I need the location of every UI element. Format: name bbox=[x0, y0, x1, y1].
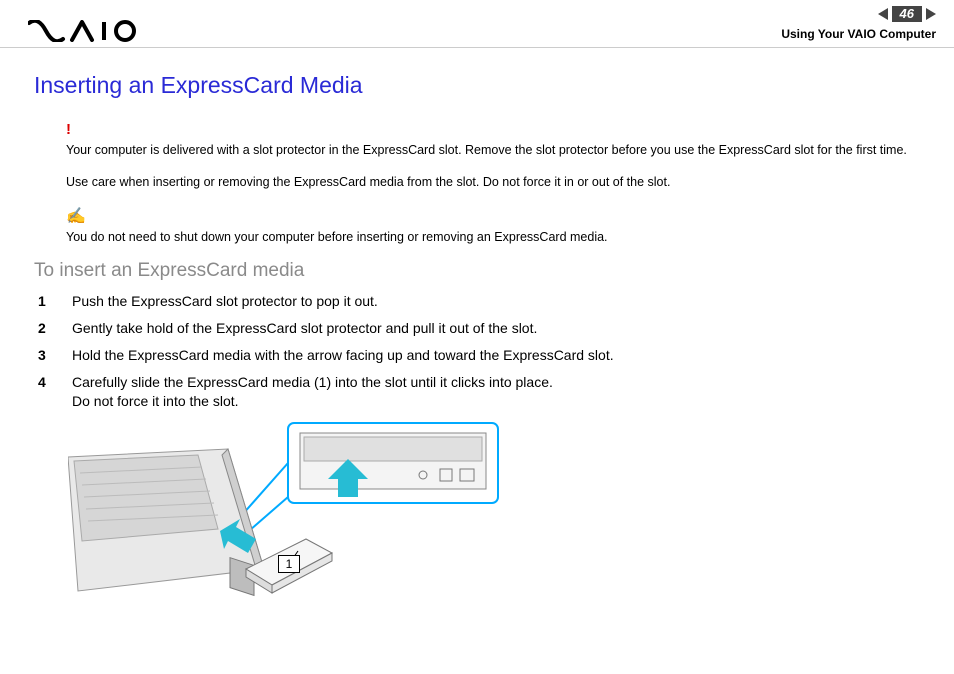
tip-note: ✍ You do not need to shut down your comp… bbox=[66, 205, 920, 246]
step-1: Push the ExpressCard slot protector to p… bbox=[36, 292, 920, 311]
step-4: Carefully slide the ExpressCard media (1… bbox=[36, 373, 920, 411]
vaio-logo bbox=[28, 20, 148, 42]
prev-page-icon[interactable] bbox=[878, 8, 888, 20]
subhead: To insert an ExpressCard media bbox=[34, 260, 920, 282]
tip-icon: ✍ bbox=[66, 205, 920, 228]
care-text: Use care when inserting or removing the … bbox=[66, 175, 670, 189]
care-note: Use care when inserting or removing the … bbox=[66, 173, 920, 191]
page: 46 Using Your VAIO Computer Inserting an… bbox=[0, 0, 954, 674]
page-title: Inserting an ExpressCard Media bbox=[34, 72, 920, 99]
header-right: 46 Using Your VAIO Computer bbox=[781, 6, 936, 41]
step-3: Hold the ExpressCard media with the arro… bbox=[36, 346, 920, 365]
expresscard-figure: 1 bbox=[68, 419, 508, 619]
warning-note: ! Your computer is delivered with a slot… bbox=[66, 119, 920, 159]
step-2: Gently take hold of the ExpressCard slot… bbox=[36, 319, 920, 338]
warning-icon: ! bbox=[66, 119, 920, 141]
content: Inserting an ExpressCard Media ! Your co… bbox=[0, 48, 954, 619]
figure-callout-1: 1 bbox=[278, 555, 300, 573]
header: 46 Using Your VAIO Computer bbox=[0, 0, 954, 48]
page-number: 46 bbox=[892, 6, 922, 22]
warning-text: Your computer is delivered with a slot p… bbox=[66, 143, 907, 157]
next-page-icon[interactable] bbox=[926, 8, 936, 20]
pager: 46 bbox=[878, 6, 936, 22]
steps-list: Push the ExpressCard slot protector to p… bbox=[36, 292, 920, 410]
tip-text: You do not need to shut down your comput… bbox=[66, 230, 608, 244]
breadcrumb[interactable]: Using Your VAIO Computer bbox=[781, 27, 936, 41]
